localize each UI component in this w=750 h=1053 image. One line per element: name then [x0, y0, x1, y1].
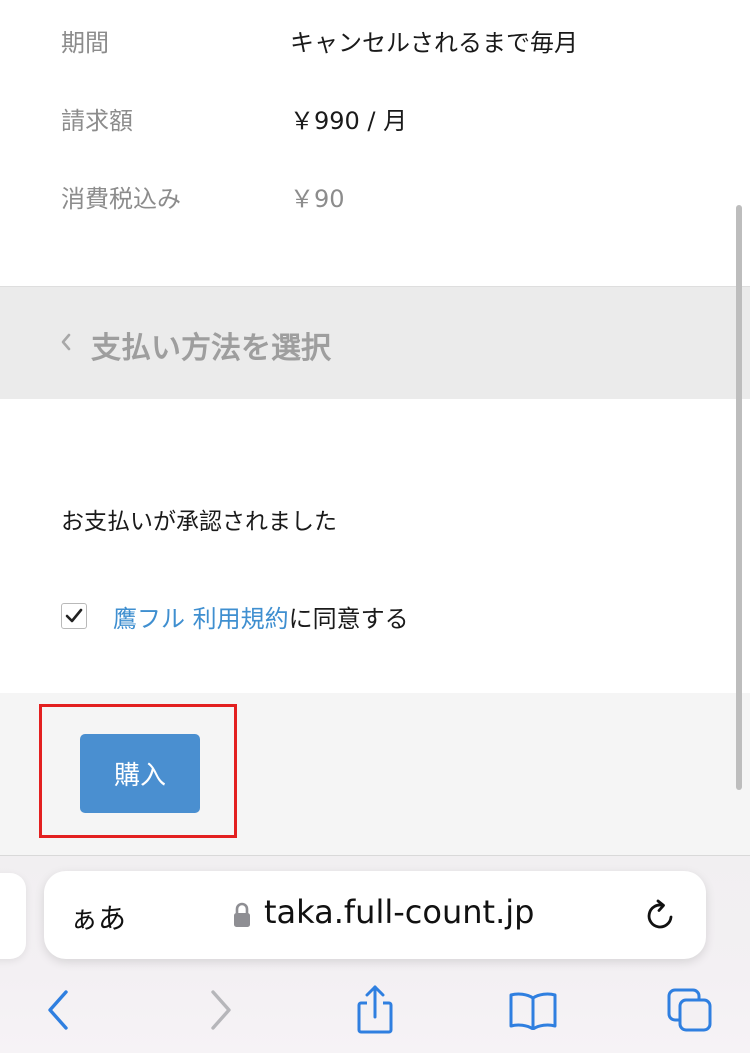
previous-tab-peek[interactable] [0, 873, 26, 959]
page-settings-button[interactable]: ぁあ [70, 897, 126, 937]
checkmark-icon [65, 608, 83, 623]
back-button[interactable] [40, 987, 76, 1033]
terms-checkbox[interactable] [61, 603, 87, 629]
url-text: taka.full-count.jp [264, 893, 535, 931]
address-bar[interactable]: ぁあ taka.full-count.jp [44, 871, 706, 959]
tax-label: 消費税込み [61, 184, 181, 213]
back-arrow-icon [48, 990, 68, 1030]
period-value: キャンセルされるまで毎月 [290, 28, 578, 57]
payment-method-section-header[interactable]: 支払い方法を選択 [0, 286, 750, 399]
terms-link[interactable]: 鷹フル 利用規約 [113, 599, 289, 634]
share-icon [357, 985, 393, 1034]
terms-suffix: に同意する [288, 604, 409, 633]
payment-approved-text: お支払いが承認されました [61, 509, 337, 535]
share-button[interactable] [352, 985, 398, 1034]
tabs-button[interactable] [666, 987, 714, 1033]
bookmarks-button[interactable] [508, 987, 558, 1033]
amount-label: 請求額 [61, 106, 133, 135]
chevron-left-icon [61, 333, 71, 351]
forward-button[interactable] [203, 987, 239, 1033]
tax-value: ￥90 [290, 184, 345, 213]
forward-arrow-icon [211, 990, 231, 1030]
lock-icon [234, 902, 250, 927]
safari-toolbar: ぁあ taka.full-count.jp [0, 855, 750, 1053]
bookmarks-icon [509, 992, 557, 1030]
section-title: 支払い方法を選択 [91, 331, 331, 366]
tabs-icon [667, 988, 712, 1032]
highlight-box [39, 704, 237, 838]
terms-agreement: 鷹フル 利用規約 に同意する [61, 596, 409, 636]
scrollbar[interactable] [736, 205, 742, 790]
reload-icon[interactable] [644, 897, 678, 933]
page-content: 期間 キャンセルされるまで毎月 請求額 ￥990 / 月 消費税込み ￥90 支… [0, 0, 750, 855]
amount-value: ￥990 / 月 [290, 106, 408, 135]
period-label: 期間 [61, 28, 109, 57]
